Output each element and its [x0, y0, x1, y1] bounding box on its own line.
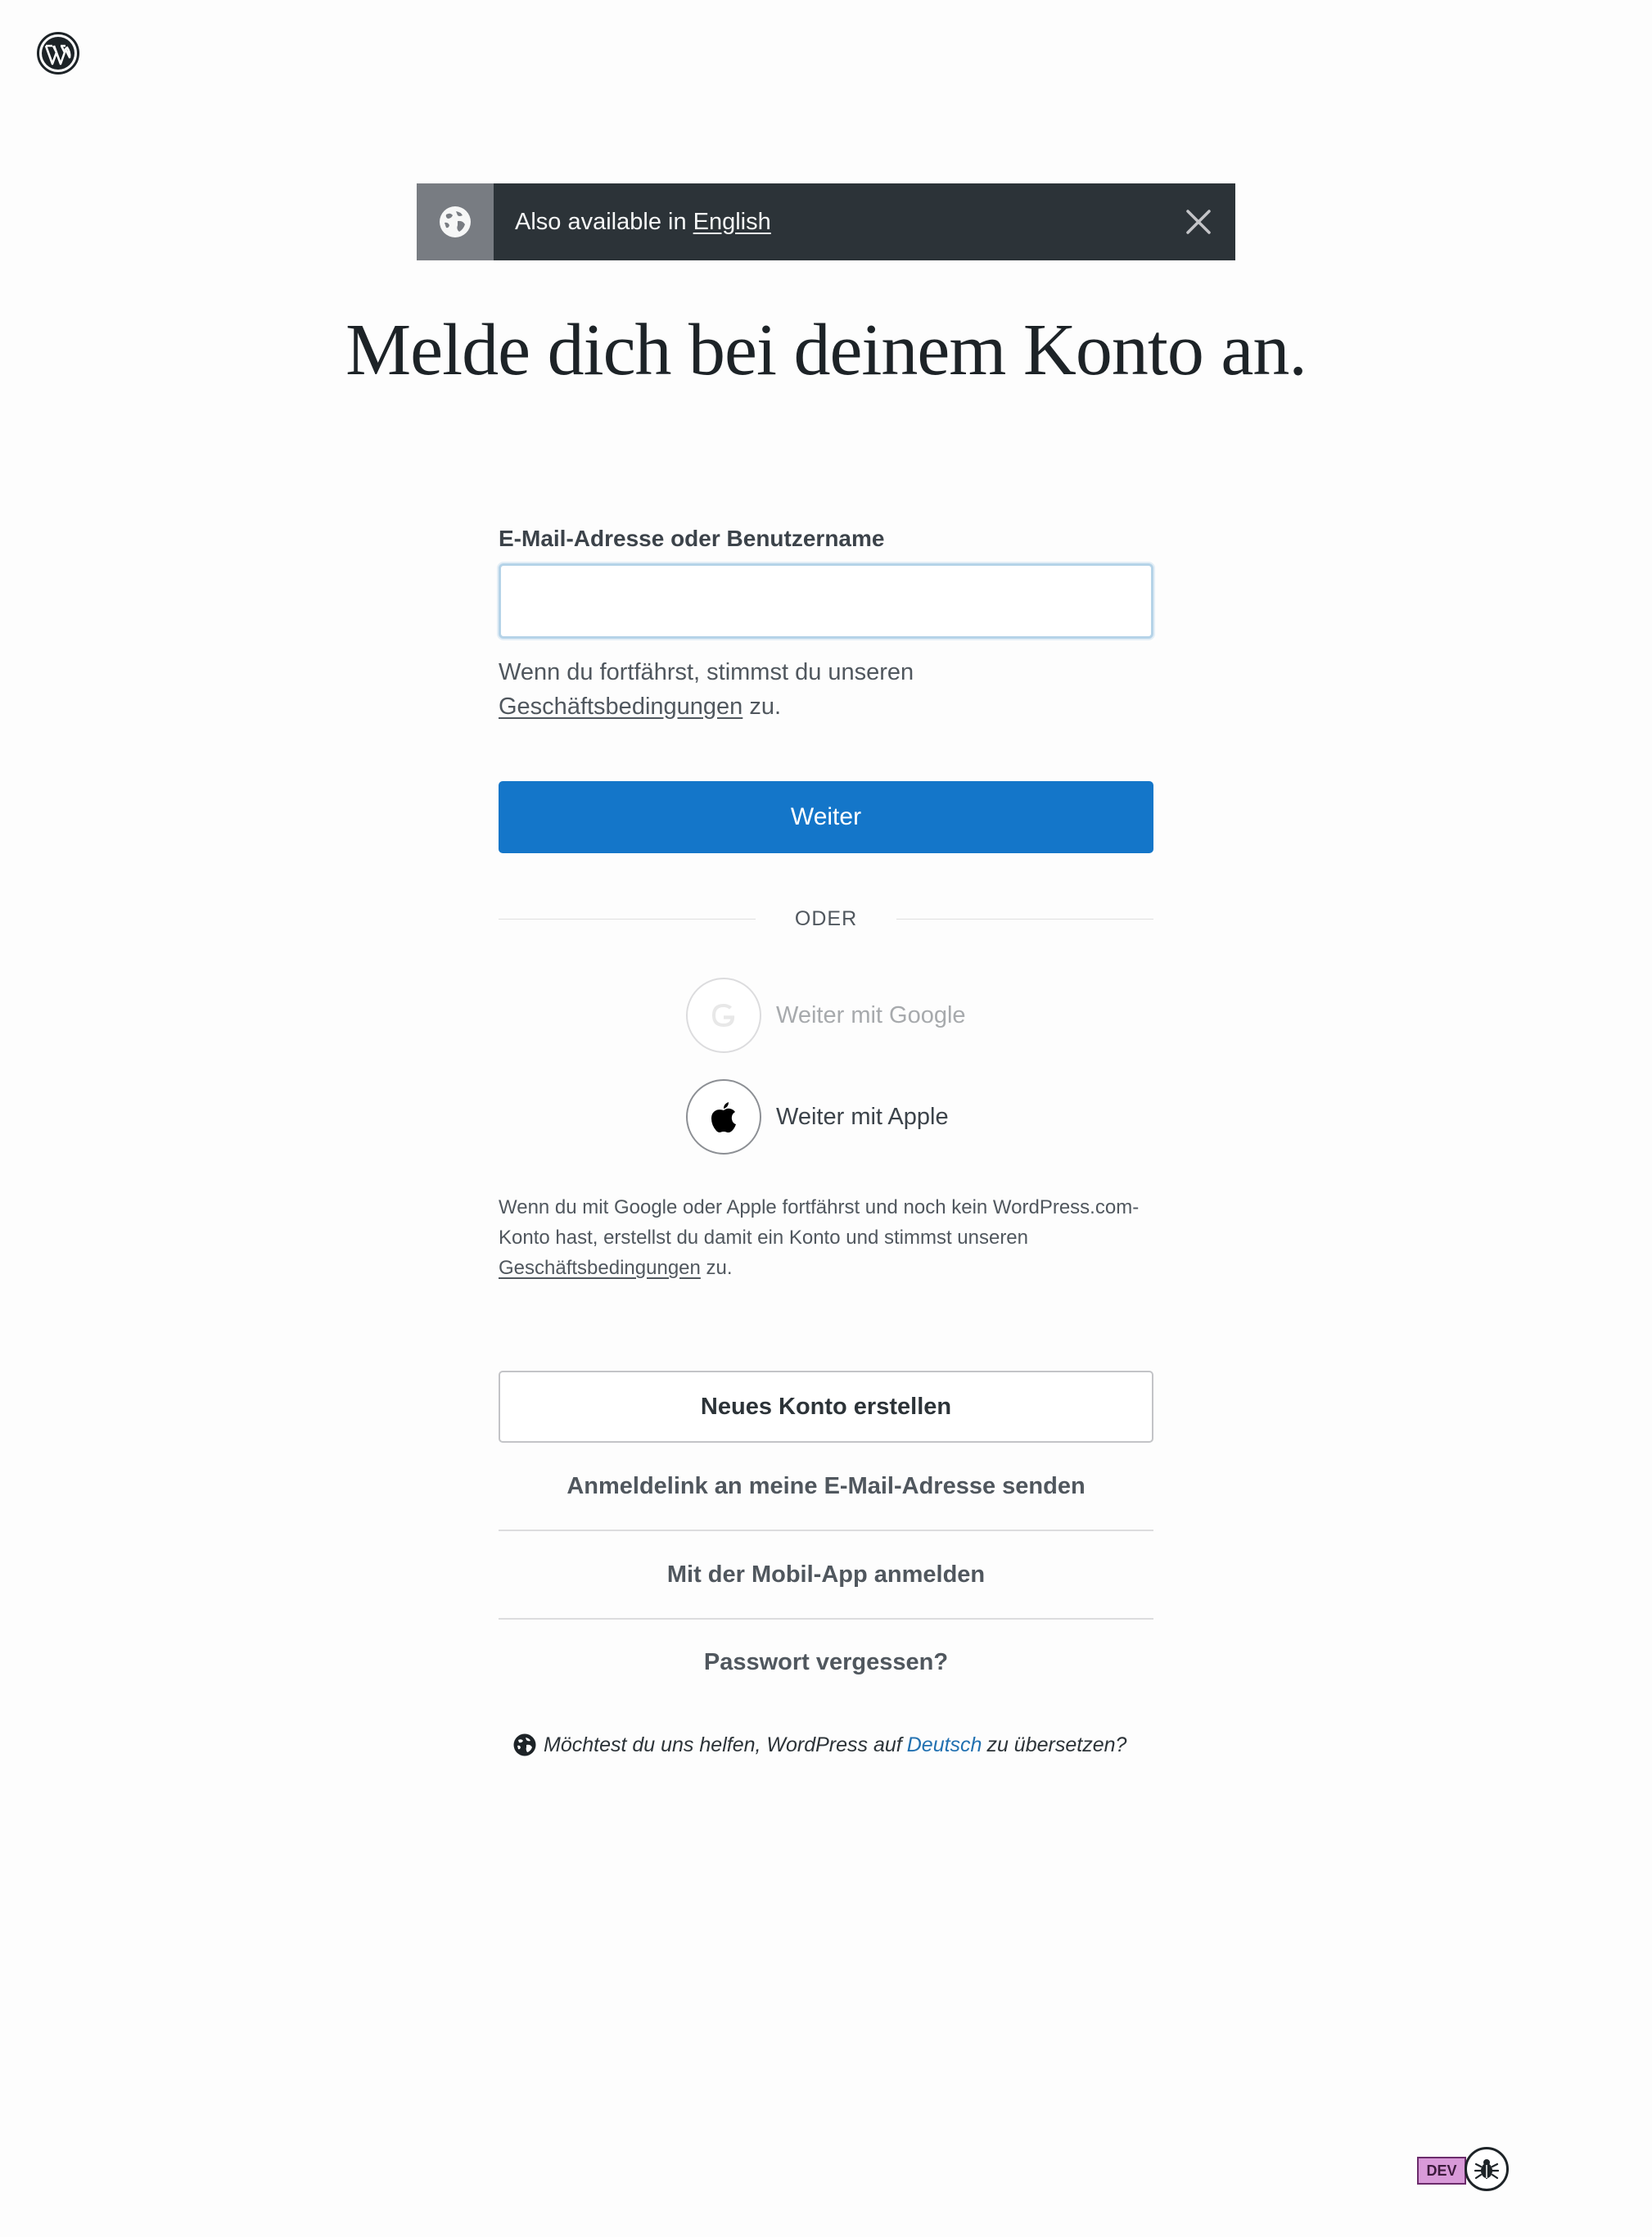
social-login-note: Wenn du mit Google oder Apple fortfährst…: [499, 1192, 1153, 1283]
or-divider: ODER: [499, 904, 1154, 933]
translate-prefix: Möchtest du uns helfen, WordPress auf: [544, 1733, 902, 1756]
email-field[interactable]: [499, 563, 1153, 639]
apple-login-label: Weiter mit Apple: [776, 1103, 949, 1130]
wordpress-logo-icon[interactable]: [36, 31, 80, 75]
magic-link-button[interactable]: Anmeldelink an meine E-Mail-Adresse send…: [499, 1443, 1153, 1531]
close-icon[interactable]: [1180, 203, 1217, 241]
mobile-app-login-button[interactable]: Mit der Mobil-App anmelden: [499, 1531, 1153, 1620]
bug-report-button[interactable]: [1465, 2147, 1509, 2191]
globe-icon: [440, 206, 471, 237]
divider-label: ODER: [794, 906, 858, 930]
apple-icon-circle: [686, 1079, 761, 1155]
banner-prefix: Also available in: [515, 208, 687, 235]
google-login-label: Weiter mit Google: [776, 1001, 966, 1028]
translate-suffix: zu übersetzen?: [986, 1733, 1127, 1756]
email-field-label: E-Mail-Adresse oder Benutzername: [499, 526, 885, 551]
apple-login-button[interactable]: Weiter mit Apple: [686, 1079, 1095, 1155]
social-note-text: Wenn du mit Google oder Apple fortfährst…: [499, 1196, 1140, 1249]
page-title: Melde dich bei deinem Konto an.: [345, 310, 1307, 391]
create-account-button[interactable]: Neues Konto erstellen: [499, 1371, 1153, 1443]
google-icon-circle: [686, 978, 761, 1053]
continue-button[interactable]: Weiter: [499, 781, 1153, 853]
google-icon: [712, 1004, 735, 1027]
google-login-button[interactable]: Weiter mit Google: [686, 978, 1095, 1053]
divider-line: [499, 918, 756, 920]
banner-text: Also available in English: [515, 209, 771, 236]
social-note-suffix: zu.: [706, 1257, 733, 1279]
bug-icon: [1474, 2159, 1500, 2180]
login-form: E-Mail-Adresse oder Benutzername Wenn du…: [499, 526, 1153, 724]
tos-prefix: Wenn du fortfährst, stimmst du unseren: [499, 659, 914, 685]
forgot-password-link[interactable]: Passwort vergessen?: [499, 1618, 1153, 1706]
social-tos-link[interactable]: Geschäftsbedingungen: [499, 1257, 701, 1279]
banner-language-link[interactable]: English: [693, 209, 771, 235]
translate-note: Möchtest du uns helfen, WordPress auf De…: [512, 1733, 1167, 1757]
dev-badge: DEV: [1417, 2157, 1466, 2185]
tos-link[interactable]: Geschäftsbedingungen: [499, 694, 742, 720]
tos-suffix: zu.: [749, 694, 782, 720]
globe-icon: [513, 1733, 536, 1756]
divider-line: [896, 918, 1154, 920]
apple-icon: [711, 1102, 736, 1133]
tos-note: Wenn du fortfährst, stimmst du unseren G…: [499, 655, 1153, 724]
translate-language-link[interactable]: Deutsch: [907, 1733, 982, 1757]
banner-globe-box: [417, 183, 494, 260]
language-banner: Also available in English: [417, 183, 1235, 260]
